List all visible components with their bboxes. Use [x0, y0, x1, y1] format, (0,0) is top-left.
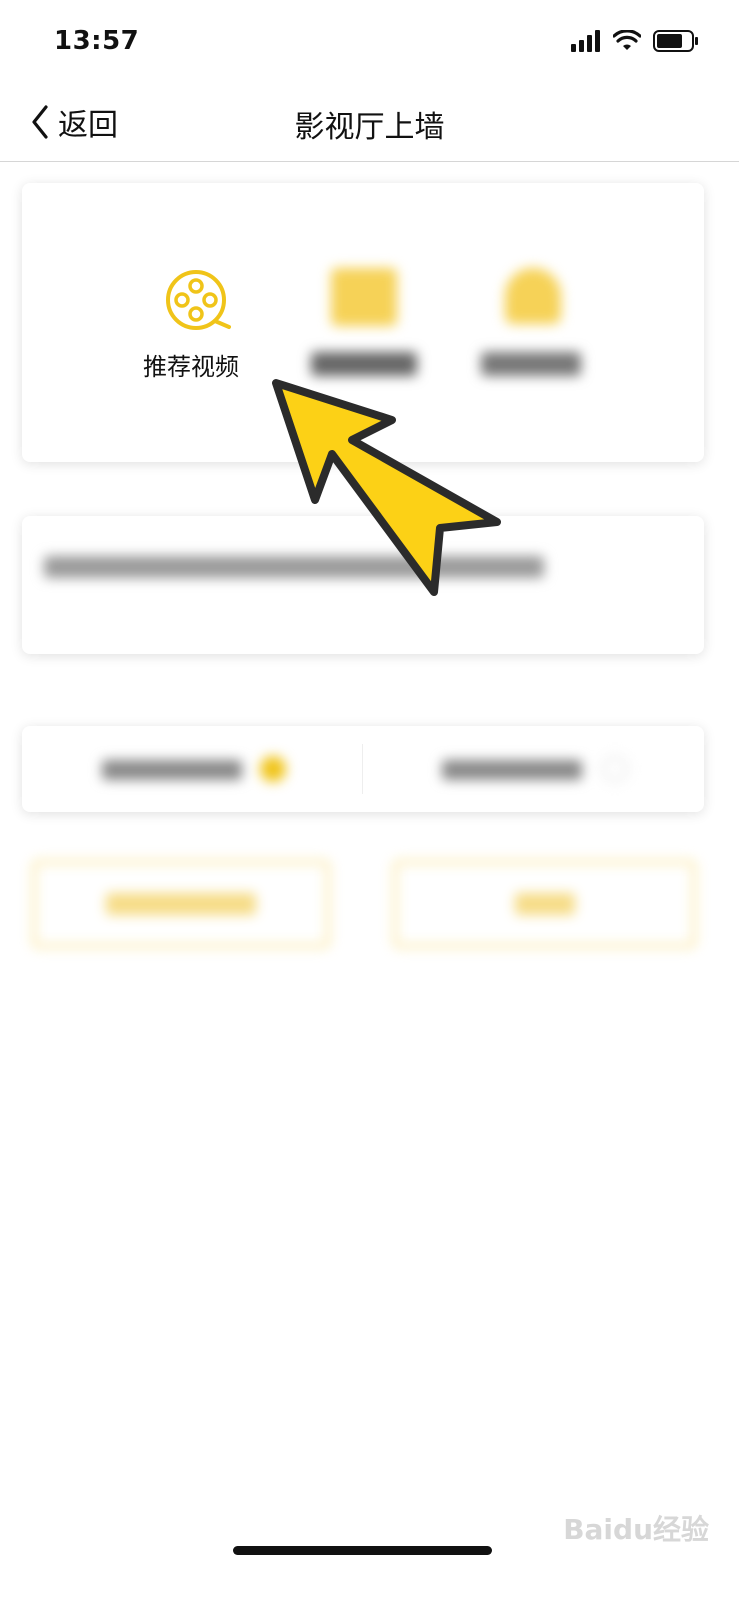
watermark-logo: Baidu经验: [563, 1513, 709, 1546]
home-indicator: [233, 1546, 492, 1555]
annotation-arrow-icon: [272, 379, 501, 596]
